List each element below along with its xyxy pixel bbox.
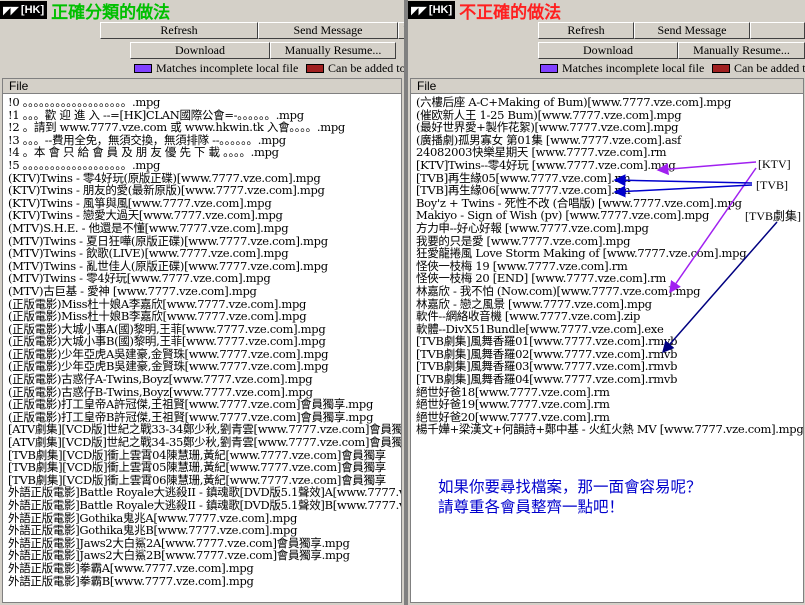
file-row[interactable]: (MTV)Twins - 飲歌(LIVE)[www.7777.vze.com].…	[8, 247, 401, 260]
clan-logo: ◤◤ [HK]	[408, 1, 456, 19]
ktv-annotation-label: [KTV]	[758, 157, 791, 171]
incomplete-swatch	[540, 63, 558, 73]
download-button[interactable]: Download	[538, 42, 678, 59]
right-file-list[interactable]: File (六樓后座 A-C+Making of Bum)[www.7777.v…	[410, 78, 804, 603]
send-message-button[interactable]: Send Message	[258, 22, 398, 39]
can-add-swatch	[306, 63, 324, 73]
refresh-button[interactable]: Refresh	[538, 22, 634, 39]
file-row[interactable]: 外語正版電影]Gothika鬼兆B[www.7777.vze.com].mpg	[8, 524, 401, 537]
file-row[interactable]: [KTV]Twins--零4好玩 [www.7777.vze.com].mpg	[416, 159, 803, 172]
send-message-button[interactable]: Send Message	[634, 22, 750, 39]
legend-incomplete-label: Matches incomplete local file	[562, 60, 705, 75]
extra-button[interactable]	[750, 22, 805, 39]
can-add-swatch	[712, 63, 730, 73]
legend-can-add-label: Can be added to	[328, 60, 404, 75]
legend-incomplete: Matches incomplete local file	[540, 61, 704, 75]
file-row[interactable]: (MTV)S.H.E. - 他還是不懂[www.7777.vze.com].mp…	[8, 222, 401, 235]
left-title-bar: ◤◤ [HK] 正確分類的做法	[0, 0, 404, 23]
file-row[interactable]: (正版電影)打工皇帝A許冠傑,王祖賢[www.7777.vze.com]會員獨享…	[8, 398, 401, 411]
left-file-list[interactable]: File !0 。。。。。。。。。。。。。。。。。。。.mpg !1 。。。歡 迎…	[2, 78, 402, 603]
file-row[interactable]: (KTV)Twins - 朋友的愛(最新原版)[www.7777.vze.com…	[8, 184, 401, 197]
legend-incomplete-label: Matches incomplete local file	[156, 60, 299, 75]
file-row[interactable]: 絕世好爸19[www.7777.vze.com].rm	[416, 398, 803, 411]
right-title-bar: ◤◤ [HK] 不正確的做法	[408, 0, 805, 23]
file-row[interactable]: [ATV劇集][VCD版]世紀之戰34-35鄭少秋,劉青雲[www.7777.v…	[8, 436, 401, 449]
file-column-header[interactable]: File	[3, 79, 401, 94]
file-column-header[interactable]: File	[411, 79, 803, 94]
file-row[interactable]: !2 。請到 www.7777.vze.com 或 www.hkwin.tk 入…	[8, 121, 401, 134]
tvb-drama-annotation-label: [TVB劇集]	[745, 209, 801, 223]
file-row[interactable]: 外語正版電影]拳霸B[www.7777.vze.com].mpg	[8, 574, 401, 588]
advice-note-line-2: 請尊重各會員整齊一點吧！	[438, 498, 625, 516]
file-row[interactable]: !0 。。。。。。。。。。。。。。。。。。。.mpg	[8, 96, 401, 109]
tvb-annotation-label: [TVB]	[756, 178, 788, 192]
file-row[interactable]: (六樓后座 A-C+Making of Bum)[www.7777.vze.co…	[416, 96, 803, 109]
clan-logo: ◤◤ [HK]	[0, 1, 48, 19]
file-row[interactable]: 外語正版電影]拳霸A[www.7777.vze.com].mpg	[8, 562, 401, 575]
file-row[interactable]: 軟件--網絡收音機 [www.7777.vze.com].zip	[416, 310, 803, 323]
left-file-rows: !0 。。。。。。。。。。。。。。。。。。。.mpg !1 。。。歡 迎 進 入 …	[3, 94, 401, 587]
file-row[interactable]: 林嘉欣 - 我不怕 (Now.com)[www.7777.vze.com].mp…	[416, 285, 803, 298]
incomplete-swatch	[134, 63, 152, 73]
right-file-rows: (六樓后座 A-C+Making of Bum)[www.7777.vze.co…	[411, 94, 803, 436]
file-row[interactable]: (最好世界愛+製作花絮)[www.7777.vze.com].mpg	[416, 121, 803, 134]
download-button[interactable]: Download	[130, 42, 270, 59]
clan-logo-text: [HK]	[20, 4, 45, 16]
pp-icon: ◤◤	[411, 4, 427, 17]
file-row[interactable]: [TVB劇集][VCD版]衝上雲霄05陳慧珊,黃紀[www.7777.vze.c…	[8, 461, 401, 474]
legend-can-add: Can be added to	[306, 61, 404, 75]
refresh-button[interactable]: Refresh	[100, 22, 258, 39]
advice-note: 如果你要尋找檔案，那一面會容易呢？ 請尊重各會員整齊一點吧！	[438, 477, 702, 517]
legend-can-add: Can be added to	[712, 61, 805, 75]
file-row[interactable]: 楊千嬅+梁漢文+何韻詩+鄭中基 - 火紅火熱 MV [www.7777.vze.…	[416, 423, 803, 436]
file-row[interactable]: [TVB劇集]風舞香羅04[www.7777.vze.com].rmvb	[416, 373, 803, 386]
left-panel: ◤◤ [HK] 正確分類的做法 Refresh Send Message V D…	[0, 0, 404, 605]
manual-resume-button[interactable]: Manually Resume...	[270, 42, 396, 59]
file-row[interactable]: [TVB劇集]風舞香羅01[www.7777.vze.com].rmvb	[416, 335, 803, 348]
file-row[interactable]: !5 。。。。。。。。。。。。。。。。。。。.mpg	[8, 159, 401, 172]
legend-can-add-label: Can be added to	[734, 60, 805, 75]
file-row[interactable]: [TVB]再生緣06[www.7777.vze.com].rm	[416, 184, 803, 197]
left-panel-title: 正確分類的做法	[51, 2, 171, 23]
clan-logo-text: [HK]	[428, 4, 453, 16]
file-row[interactable]: (正版電影)Miss杜十娘B李嘉欣[www.7777.vze.com].mpg	[8, 310, 401, 323]
file-row[interactable]: (MTV)古巨基 - 愛神 [www.7777.vze.com].mpg	[8, 285, 401, 298]
file-row[interactable]: (正版電影)大城小事B(國)黎明,王菲[www.7777.vze.com].mp…	[8, 335, 401, 348]
right-panel-title: 不正確的做法	[459, 2, 562, 23]
advice-note-line-1: 如果你要尋找檔案，那一面會容易呢？	[438, 478, 702, 496]
pp-icon: ◤◤	[3, 4, 19, 17]
manual-resume-button[interactable]: Manually Resume...	[678, 42, 805, 59]
file-row[interactable]: (正版電影)古惑仔A-Twins,Boyz[www.7777.vze.com].…	[8, 373, 401, 386]
file-row[interactable]: 外語正版電影]Battle Royale大逃殺II - 鎮魂歌[DVD版5.1聲…	[8, 499, 401, 512]
file-row[interactable]: 狂愛龍捲風 Love Storm Making of [www.7777.vze…	[416, 247, 803, 260]
legend-incomplete: Matches incomplete local file	[134, 61, 298, 75]
